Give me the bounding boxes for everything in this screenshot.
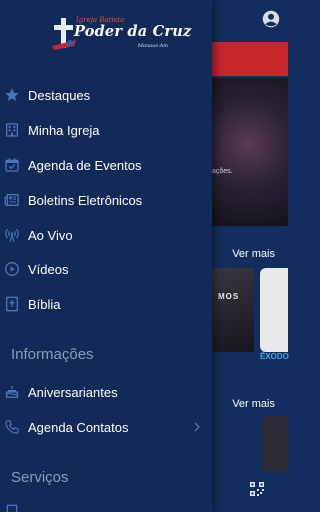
hero-image[interactable] [200,78,288,226]
menu-item-minha-igreja[interactable]: Minha Igreja [0,113,212,147]
chevron-right-icon [194,422,200,432]
menu-item-label: Vídeos [28,261,69,277]
calendar-icon [5,158,19,172]
phone-icon [5,420,19,434]
star-icon [5,88,19,101]
see-more-link[interactable]: Ver mais [232,398,275,410]
thumbnail-caption: ÊXODO [260,352,289,361]
building-icon [6,123,18,137]
play-circle-icon [5,262,19,276]
menu-item-agenda-contatos[interactable]: Agenda Contatos [0,410,212,444]
hero-caption: ações. [212,168,233,175]
account-icon[interactable] [262,10,280,28]
menu-item-ao-vivo[interactable]: Ao Vivo [0,218,212,252]
see-more-link[interactable]: Ver mais [232,248,275,260]
header-banner [200,42,288,76]
menu-item-label: Bíblia [28,296,61,312]
cake-icon [6,386,18,398]
menu-item-agenda-eventos[interactable]: Agenda de Eventos [0,148,212,182]
menu-item-label: Agenda de Eventos [28,157,142,173]
logo-title: Poder da Cruz [74,23,192,40]
section-header-servicos: Serviços [11,469,69,486]
navigation-drawer: Igreja Batista Poder da Cruz Manaus-Am D… [0,0,212,512]
video-thumbnail[interactable] [260,268,288,352]
menu-item-label: Agenda Contatos [28,419,129,435]
menu-item-label: Destaques [28,87,91,103]
menu-item-label: Ao Vivo [28,227,73,243]
document-icon [6,504,18,512]
bible-icon [6,296,18,312]
menu-item-boletins[interactable]: Boletins Eletrônicos [0,183,212,217]
menu-item-label: Aniversariantes [28,384,118,400]
broadcast-icon [5,228,19,242]
menu-item-label: Boletins Eletrônicos [28,192,143,208]
content-thumbnail[interactable] [262,416,288,472]
newspaper-icon [4,194,19,207]
menu-item-biblia[interactable]: Bíblia [0,287,212,321]
menu-item-videos[interactable]: Vídeos [0,252,212,286]
section-header-informacoes: Informações [11,346,94,363]
qr-code-icon[interactable] [250,482,264,496]
menu-item-destaques[interactable]: Destaques [0,78,212,112]
thumbnail-text: MOS [218,292,240,301]
logo-subtitle: Manaus-Am [137,43,168,49]
church-logo: Igreja Batista Poder da Cruz Manaus-Am [50,16,191,54]
menu-item-label: Minha Igreja [28,122,100,138]
menu-item-partial[interactable] [0,500,212,512]
menu-item-aniversariantes[interactable]: Aniversariantes [0,375,212,409]
